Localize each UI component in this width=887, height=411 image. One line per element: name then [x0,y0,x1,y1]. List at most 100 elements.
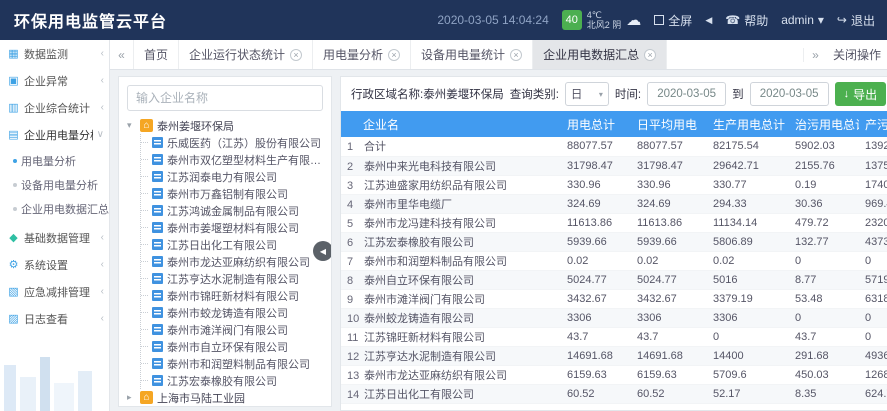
query-type-value: 日 [571,86,583,102]
value-cell: 57194.98 [859,270,887,289]
tree-item[interactable]: 乐威医药（江苏）股份有限公司 [141,134,329,151]
tab-close-icon[interactable]: × [510,49,522,61]
tab-0[interactable]: 首页 [134,40,179,69]
sidebar-subitem-label: 用电量分析 [21,153,76,169]
help-button[interactable]: ☎ 帮助 [725,12,768,29]
tree-branch-line [141,193,148,194]
tree-root-node-1[interactable]: ▸⌂上海市马陆工业园 [127,389,329,406]
tree-item[interactable]: 江苏鸿诚金属制品有限公司 [141,202,329,219]
company-name: 江苏迪盛家用纺织品有限公司 [364,180,507,192]
tab-close-icon[interactable]: × [644,49,656,61]
sidebar-item-4[interactable]: ◆基础数据管理‹ [0,224,109,251]
monitor-icon: ▦ [7,47,20,60]
table-row[interactable]: 11江苏锦旺新材料有限公司43.743.7043.70 [341,327,887,346]
export-button[interactable]: ↓ 导出 [835,82,887,106]
tree-expanded-icon[interactable]: ▾ [127,120,136,131]
tree-item[interactable]: 泰州市万鑫铝制有限公司 [141,185,329,202]
row-number: 14 [347,389,364,401]
row-number: 6 [347,237,364,249]
row-number: 8 [347,275,364,287]
tree-branch-line [141,346,148,347]
sidebar-item-0[interactable]: ▦数据监测‹ [0,40,109,67]
table-row[interactable]: 1合计88077.5788077.5782175.545902.031392.3… [341,137,887,156]
tree-item[interactable]: 泰州市姜堰塑材料有限公司 [141,219,329,236]
query-type-select[interactable]: 日 ▾ [565,82,609,106]
tab-4[interactable]: 企业用电数据汇总× [533,40,667,69]
table-row[interactable]: 13泰州市龙达亚麻纺织有限公司6159.636159.635709.6450.0… [341,365,887,384]
tree-item[interactable]: 泰州市和润塑料制品有限公司 [141,355,329,372]
tree-item[interactable]: 江苏亨达水泥制造有限公司 [141,270,329,287]
table-row[interactable]: 12江苏亨达水泥制造有限公司14691.6814691.6814400291.6… [341,346,887,365]
tab-2[interactable]: 用电量分析× [313,40,411,69]
table-row[interactable]: 7泰州市和润塑料制品有限公司0.020.020.0200 [341,251,887,270]
sidebar-item-1[interactable]: ▣企业异常‹ [0,67,109,94]
table-row[interactable]: 2泰州中来光电科技有限公司31798.4731798.4729642.71215… [341,156,887,175]
tabs-scroll-right-icon[interactable]: » [803,48,827,62]
value-cell: 4373.65 [859,232,887,251]
fullscreen-label: 全屏 [668,12,692,29]
company-cell: 2泰州中来光电科技有限公司 [341,156,561,175]
tree-item[interactable]: 泰州市滩洋阀门有限公司 [141,321,329,338]
enterprise-search-input[interactable] [127,85,323,111]
value-cell: 14691.68 [561,346,631,365]
value-cell: 0.02 [631,251,707,270]
fullscreen-button[interactable]: 全屏 [654,12,692,29]
tree-branch-line [141,244,148,245]
table-row[interactable]: 8泰州自立环保有限公司5024.775024.7750168.7757194.9… [341,270,887,289]
column-header: 治污用电总计 [789,111,859,137]
value-cell: 3379.19 [707,289,789,308]
value-cell: 3306 [561,308,631,327]
tree-item[interactable]: 泰州市自立环保有限公司 [141,338,329,355]
tab-1[interactable]: 企业运行状态统计× [179,40,313,69]
sidebar-item-2[interactable]: ▥企业综合统计‹ [0,94,109,121]
logout-icon: ↪ [837,13,847,27]
tree-item[interactable]: 泰州市双亿塑型材料生产有限公司 [141,151,329,168]
sidebar-submenu: 用电量分析设备用电量分析企业用电数据汇总 [0,148,109,224]
user-menu[interactable]: admin ▾ [781,13,824,27]
tree-item[interactable]: 泰州市锦旺新材料有限公司 [141,287,329,304]
value-cell: 14691.68 [631,346,707,365]
table-row[interactable]: 6江苏宏泰橡胶有限公司5939.665939.665806.89132.7743… [341,232,887,251]
sidebar-subitem-1[interactable]: 设备用电量分析 [0,173,109,197]
tree-item-label: 乐威医药（江苏）股份有限公司 [167,135,321,151]
tab-close-icon[interactable]: × [388,49,400,61]
tabs-scroll-left-icon[interactable]: « [110,40,134,69]
value-cell: 8.77 [789,270,859,289]
sidebar-subitem-2[interactable]: 企业用电数据汇总 [0,197,109,221]
sidebar-item-3[interactable]: ▤企业用电量分析∨ [0,121,109,148]
table-scroll-area[interactable]: 企业名用电总计日平均用电生产用电总计治污用电总计产污/治污(用电)1合计8807… [341,111,887,410]
tab-list: 首页企业运行状态统计×用电量分析×设备用电量统计×企业用电数据汇总× [134,40,667,69]
table-row[interactable]: 9泰州市滩洋阀门有限公司3432.673432.673379.1953.4863… [341,289,887,308]
sidebar-item-label: 企业综合统计 [24,100,97,116]
username-label: admin [781,13,814,27]
table-row[interactable]: 3江苏迪盛家用纺织品有限公司330.96330.96330.770.191740… [341,175,887,194]
tab-close-icon[interactable]: × [290,49,302,61]
panel-collapse-button[interactable]: ◀ [313,241,332,261]
value-cell: 0 [707,327,789,346]
sidebar-subitem-0[interactable]: 用电量分析 [0,149,109,173]
tree-item[interactable]: 江苏宏泰橡胶有限公司 [141,372,329,389]
tree-collapsed-icon[interactable]: ▸ [127,392,136,403]
table-row[interactable]: 5泰州市龙冯建科技有限公司11613.8611613.8611134.14479… [341,213,887,232]
tree-item[interactable]: 泰州市蛟龙铸造有限公司 [141,304,329,321]
close-operations-menu[interactable]: 关闭操作 [827,46,887,63]
column-header: 产污/治污(用电) [859,111,887,137]
row-number: 7 [347,256,364,268]
tree-root-node-0[interactable]: ▾⌂泰州姜堰环保局 [127,117,329,134]
tree-item[interactable]: 泰州市龙达亚麻纺织有限公司 [141,253,329,270]
logout-button[interactable]: ↪ 退出 [837,12,875,29]
tab-3[interactable]: 设备用电量统计× [411,40,533,69]
sidebar-item-7[interactable]: ▨日志查看‹ [0,305,109,332]
table-row[interactable]: 4泰州市里华电缆厂324.69324.69294.3330.36969.47 [341,194,887,213]
sidebar-item-6[interactable]: ▧应急减排管理‹ [0,278,109,305]
date-to-input[interactable]: 2020-03-05 [750,82,829,106]
tree-item[interactable]: 江苏润泰电力有限公司 [141,168,329,185]
table-row[interactable]: 10泰州蛟龙铸造有限公司33063306330600 [341,308,887,327]
sidebar-item-5[interactable]: ⚙系统设置‹ [0,251,109,278]
date-from-input[interactable]: 2020-03-05 [647,82,726,106]
tree-item[interactable]: 江苏日出化工有限公司 [141,236,329,253]
notice-collapse-icon[interactable]: ◀ [705,15,712,26]
value-cell: 43.7 [789,327,859,346]
org-icon: ⌂ [140,119,153,132]
table-row[interactable]: 14江苏日出化工有限公司60.5260.5252.178.35624.79 [341,384,887,403]
